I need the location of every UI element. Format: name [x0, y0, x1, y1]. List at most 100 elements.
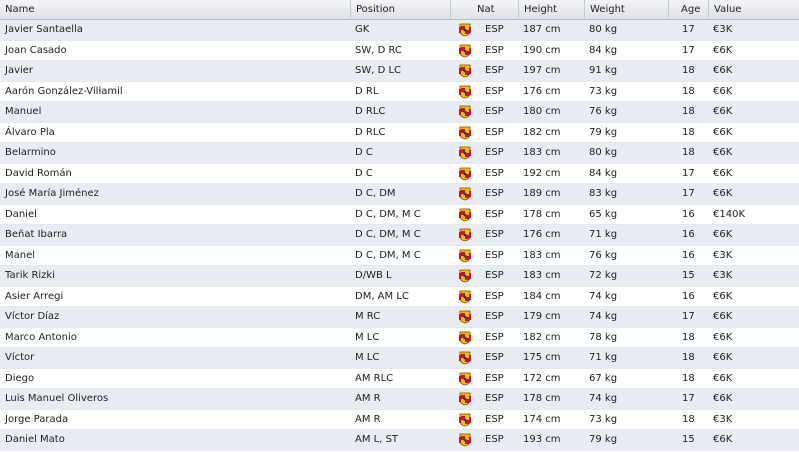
table-row[interactable]: Daniel D C, DM, M C ESP 178 cm 65 kg 16 …	[0, 204, 799, 225]
player-name[interactable]: José María Jiménez	[0, 184, 350, 204]
column-header-age[interactable]: Age	[668, 0, 708, 20]
player-name[interactable]: Álvaro Pla	[0, 123, 350, 143]
player-age: 16	[682, 208, 695, 220]
column-header-position[interactable]: Position	[350, 0, 450, 20]
player-name[interactable]: Víctor Díaz	[0, 307, 350, 327]
player-height: 182 cm	[523, 331, 561, 343]
player-name[interactable]: Belarmino	[0, 143, 350, 163]
player-height: 189 cm	[523, 188, 561, 199]
player-weight: 79 kg	[589, 434, 618, 445]
player-name[interactable]: Daniel	[0, 205, 350, 225]
player-name[interactable]: Joan Casado	[0, 41, 350, 61]
spain-crest-icon	[458, 187, 472, 201]
player-height: 176 cm	[523, 85, 561, 97]
player-name[interactable]: Aarón González-Villamil	[0, 82, 350, 102]
player-name[interactable]: Manel	[0, 246, 350, 266]
player-position: D C, DM, M C	[355, 229, 421, 240]
player-value: €3K	[713, 24, 733, 35]
table-row[interactable]: David Román D C ESP 192 cm 84 kg 17 €6K	[0, 163, 799, 184]
player-name[interactable]: Luis Manuel Oliveros	[0, 389, 350, 409]
player-nationality: ESP	[485, 44, 504, 56]
player-age: 18	[682, 126, 695, 138]
player-height: 180 cm	[523, 106, 561, 117]
player-height: 183 cm	[523, 147, 561, 158]
player-age: 17	[682, 393, 695, 404]
player-weight: 83 kg	[589, 188, 618, 199]
table-row[interactable]: Luis Manuel Oliveros AM R ESP 178 cm 74 …	[0, 389, 799, 410]
player-height: 190 cm	[523, 44, 561, 56]
player-age: 18	[682, 372, 695, 384]
table-row[interactable]: Daniel Mato AM L, ST ESP 193 cm 79 kg 15…	[0, 430, 799, 451]
player-name[interactable]: David Román	[0, 164, 350, 184]
table-row[interactable]: Javier SW, D LC ESP 197 cm 91 kg 18 €6K	[0, 61, 799, 82]
player-name[interactable]: Marco Antonio	[0, 328, 350, 348]
player-age: 16	[682, 290, 695, 302]
player-value: €140K	[713, 208, 746, 220]
player-weight: 74 kg	[589, 393, 618, 404]
player-value: €6K	[713, 85, 733, 97]
player-name[interactable]: Javier Santaella	[0, 20, 350, 40]
player-position: D RLC	[355, 126, 386, 138]
spain-crest-icon	[458, 392, 472, 406]
player-weight: 71 kg	[589, 229, 618, 240]
player-position: SW, D LC	[355, 65, 402, 76]
player-value: €6K	[713, 290, 733, 302]
player-name[interactable]: Diego	[0, 369, 350, 389]
column-header-name[interactable]: Name	[0, 0, 350, 20]
player-nationality: ESP	[485, 249, 504, 261]
player-weight: 67 kg	[589, 372, 618, 384]
spain-crest-icon	[458, 290, 472, 304]
spain-crest-icon	[458, 433, 472, 447]
table-row[interactable]: Jorge Parada AM R ESP 174 cm 73 kg 18 €3…	[0, 409, 799, 430]
table-row[interactable]: Diego AM RLC ESP 172 cm 67 kg 18 €6K	[0, 368, 799, 389]
table-row[interactable]: Víctor M LC ESP 175 cm 71 kg 18 €6K	[0, 348, 799, 369]
table-row[interactable]: Víctor Díaz M RC ESP 179 cm 74 kg 17 €6K	[0, 307, 799, 328]
player-height: 178 cm	[523, 393, 561, 404]
table-row[interactable]: José María Jiménez D C, DM ESP 189 cm 83…	[0, 184, 799, 205]
table-row[interactable]: Manel D C, DM, M C ESP 183 cm 76 kg 16 €…	[0, 245, 799, 266]
player-name[interactable]: Tarik Rizki	[0, 266, 350, 286]
table-row[interactable]: Javier Santaella GK ESP 187 cm 80 kg 17 …	[0, 20, 799, 41]
player-value: €6K	[713, 352, 733, 363]
table-row[interactable]: Marco Antonio M LC ESP 182 cm 78 kg 18 €…	[0, 327, 799, 348]
player-nationality: ESP	[485, 393, 504, 404]
table-row[interactable]: Tarik Rizki D/WB L ESP 183 cm 72 kg 15 €…	[0, 266, 799, 287]
column-header-value[interactable]: Value	[708, 0, 799, 20]
table-row[interactable]: Aarón González-Villamil D RL ESP 176 cm …	[0, 81, 799, 102]
table-row[interactable]: Manuel D RLC ESP 180 cm 76 kg 18 €6K	[0, 102, 799, 123]
player-name[interactable]: Víctor	[0, 348, 350, 368]
column-header-height[interactable]: Height	[518, 0, 584, 20]
column-header-weight[interactable]: Weight	[584, 0, 668, 20]
player-height: 184 cm	[523, 290, 561, 302]
spain-crest-icon	[458, 310, 472, 324]
player-name[interactable]: Manuel	[0, 102, 350, 122]
spain-crest-icon	[458, 331, 472, 345]
player-name[interactable]: Asier Arregi	[0, 287, 350, 307]
player-height: 172 cm	[523, 372, 561, 384]
table-row[interactable]: Joan Casado SW, D RC ESP 190 cm 84 kg 17…	[0, 40, 799, 61]
table-row[interactable]: Beñat Ibarra D C, DM, M C ESP 176 cm 71 …	[0, 225, 799, 246]
player-weight: 80 kg	[589, 24, 618, 35]
player-age: 18	[682, 352, 695, 363]
player-weight: 91 kg	[589, 65, 618, 76]
player-position: D C	[355, 167, 373, 179]
player-name[interactable]: Javier	[0, 61, 350, 81]
player-nationality: ESP	[485, 126, 504, 138]
table-row[interactable]: Belarmino D C ESP 183 cm 80 kg 18 €6K	[0, 143, 799, 164]
table-row[interactable]: Asier Arregi DM, AM LC ESP 184 cm 74 kg …	[0, 286, 799, 307]
player-nationality: ESP	[485, 352, 504, 363]
player-value: €3K	[713, 249, 733, 261]
table-row[interactable]: Álvaro Pla D RLC ESP 182 cm 79 kg 18 €6K	[0, 122, 799, 143]
player-age: 18	[682, 413, 695, 425]
spain-crest-icon	[458, 44, 472, 58]
player-value: €6K	[713, 106, 733, 117]
player-weight: 72 kg	[589, 270, 618, 281]
column-header-nat[interactable]: Nat	[450, 0, 518, 20]
player-position: AM L, ST	[355, 434, 399, 445]
player-value: €6K	[713, 188, 733, 199]
player-name[interactable]: Daniel Mato	[0, 430, 350, 450]
player-name[interactable]: Jorge Parada	[0, 410, 350, 430]
spain-crest-icon	[458, 85, 472, 99]
player-name[interactable]: Beñat Ibarra	[0, 225, 350, 245]
player-weight: 73 kg	[589, 85, 618, 97]
